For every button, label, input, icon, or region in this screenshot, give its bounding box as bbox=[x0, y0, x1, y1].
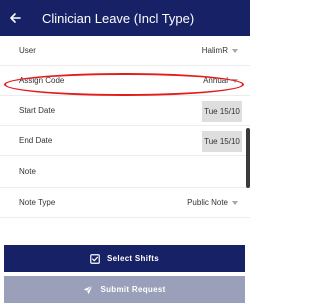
chevron-down-icon bbox=[232, 48, 238, 53]
scrollbar-thumb[interactable] bbox=[246, 128, 250, 188]
select-shifts-label: Select Shifts bbox=[107, 254, 159, 263]
start-date-picker[interactable]: Tue 15/10 bbox=[202, 101, 242, 122]
back-button[interactable] bbox=[0, 0, 30, 36]
end-date-label: End Date bbox=[19, 136, 53, 145]
note-label: Note bbox=[19, 167, 36, 176]
assign-code-value: Annual bbox=[203, 76, 228, 85]
chevron-down-icon bbox=[232, 78, 238, 83]
start-date-row[interactable]: Start Date Tue 15/10 bbox=[0, 96, 250, 126]
page-title: Clinician Leave (Incl Type) bbox=[42, 10, 195, 26]
chevron-down-icon bbox=[232, 200, 238, 205]
user-row[interactable]: User HalimR bbox=[0, 36, 250, 66]
user-label: User bbox=[19, 46, 36, 55]
user-select[interactable]: HalimR bbox=[202, 46, 238, 55]
end-date-picker[interactable]: Tue 15/10 bbox=[202, 131, 242, 152]
end-date-row[interactable]: End Date Tue 15/10 bbox=[0, 126, 250, 156]
assign-code-row[interactable]: Assign Code Annual bbox=[0, 66, 250, 96]
note-row[interactable]: Note bbox=[0, 156, 250, 188]
start-date-label: Start Date bbox=[19, 106, 56, 115]
app-header: Clinician Leave (Incl Type) bbox=[0, 0, 250, 36]
note-type-select[interactable]: Public Note bbox=[187, 198, 238, 207]
note-type-row[interactable]: Note Type Public Note bbox=[0, 188, 250, 218]
assign-code-select[interactable]: Annual bbox=[203, 76, 238, 85]
submit-request-button[interactable]: Submit Request bbox=[4, 276, 245, 303]
checkbox-icon bbox=[90, 253, 100, 264]
note-type-label: Note Type bbox=[19, 198, 56, 207]
leave-request-screen: Clinician Leave (Incl Type) User HalimR … bbox=[0, 0, 250, 307]
select-shifts-button[interactable]: Select Shifts bbox=[4, 245, 245, 272]
note-type-value: Public Note bbox=[187, 198, 228, 207]
user-value: HalimR bbox=[201, 46, 228, 55]
send-icon bbox=[84, 284, 94, 294]
arrow-left-icon bbox=[10, 13, 21, 23]
assign-code-label: Assign Code bbox=[19, 76, 65, 85]
submit-request-label: Submit Request bbox=[100, 285, 166, 294]
leave-form: User HalimR Assign Code Annual Start Dat… bbox=[0, 36, 250, 218]
